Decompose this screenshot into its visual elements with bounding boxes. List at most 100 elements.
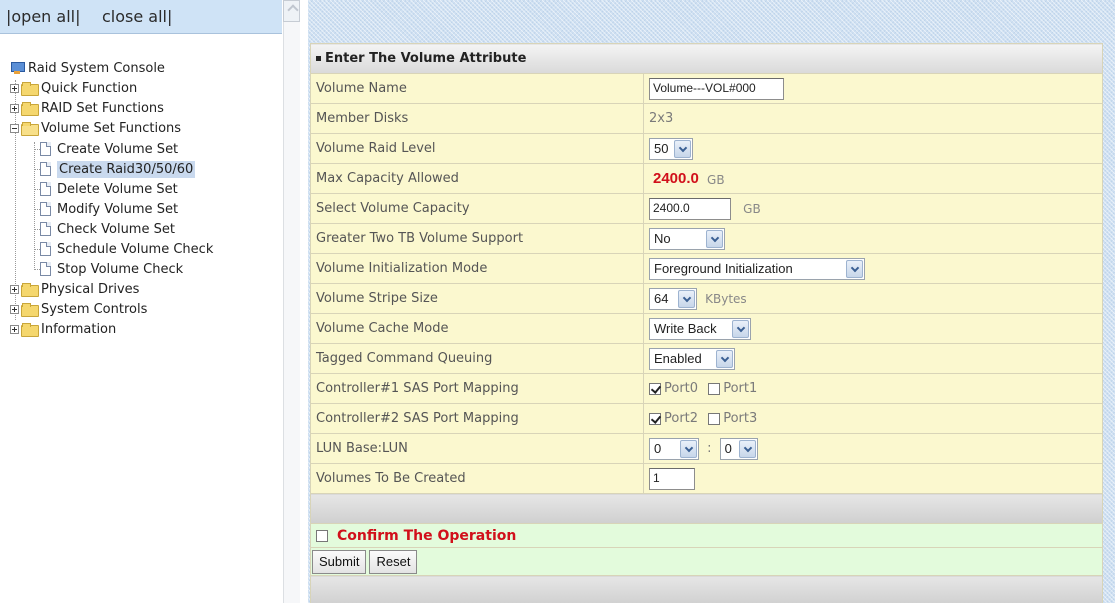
stripe-size-select[interactable]: 64 [649,287,697,310]
tree-item-label: Stop Volume Check [57,261,184,277]
volume-count-input[interactable]: 1 [649,467,695,490]
cache-mode-value: Write Back [654,321,717,336]
tree-item-quick-function[interactable]: Quick Function [10,78,137,98]
lun-select[interactable]: 0 [719,437,758,460]
page-icon [40,142,51,156]
lun-value: 0 [724,441,732,456]
expand-icon[interactable] [10,284,19,294]
row-raid-level: Volume Raid Level 50 [310,133,1103,164]
form-footer [310,575,1103,603]
stripe-size-value: 64 [654,291,669,306]
tree-item-label: Check Volume Set [57,221,175,237]
open-all-link[interactable]: |open all| [6,7,81,26]
row-stripe-size: Volume Stripe Size 64 KBytes [310,283,1103,314]
submit-button[interactable]: Submit [312,549,367,574]
tree-item-label: System Controls [41,301,148,317]
expand-icon[interactable] [10,324,19,334]
collapse-icon[interactable] [10,123,19,133]
stripe-size-unit: KBytes [705,291,747,306]
tree-item-modify-volume-set[interactable]: Modify Volume Set [40,199,178,219]
tree-item-label: Create Volume Set [57,141,179,157]
form-header: Enter The Volume Attribute [310,43,1103,74]
member-disks-label: Member Disks [310,103,644,134]
row-controller1-mapping: Controller#1 SAS Port Mapping Port0 Port… [310,373,1103,404]
port2-label: Port2 [664,411,699,426]
chevron-down-icon[interactable] [706,229,723,248]
chevron-down-icon[interactable] [678,289,695,308]
chevron-down-icon[interactable] [738,439,756,458]
tree-item-system-controls[interactable]: System Controls [10,299,147,319]
volume-name-label: Volume Name [310,73,644,104]
tree-item-raid-set-functions[interactable]: RAID Set Functions [10,98,164,118]
nav-scrollbar[interactable] [283,22,300,603]
tree-item-label: Information [41,321,117,337]
open-folder-icon [21,122,39,136]
select-capacity-unit: GB [743,201,761,216]
port1-checkbox[interactable] [708,382,721,395]
tcq-select[interactable]: Enabled [649,347,735,370]
row-init-mode: Volume Initialization Mode Foreground In… [310,253,1103,284]
chevron-down-icon[interactable] [674,139,691,158]
tree-item-stop-volume-check[interactable]: Stop Volume Check [40,259,183,279]
page-icon [40,202,51,216]
select-capacity-label: Select Volume Capacity [310,193,644,224]
form-title: Enter The Volume Attribute [325,51,527,66]
max-capacity-value: 2400.0 [653,170,699,187]
button-row: Submit Reset [310,547,1103,576]
chevron-down-icon[interactable] [732,319,749,338]
expand-icon[interactable] [10,304,19,314]
tree-root-label: Raid System Console [28,60,165,76]
tree-item-label: RAID Set Functions [41,100,164,116]
expand-icon[interactable] [10,83,19,93]
row-lun: LUN Base:LUN 0 : 0 [310,433,1103,464]
volume-name-input[interactable]: Volume---VOL#000 [649,77,784,100]
section-separator [310,493,1103,524]
expand-icon[interactable] [10,103,19,113]
tree-item-physical-drives[interactable]: Physical Drives [10,279,139,299]
select-capacity-input[interactable]: 2400.0 [649,197,731,220]
port1-label: Port1 [723,381,758,396]
row-two-tb-support: Greater Two TB Volume Support No [310,223,1103,254]
port0-label: Port0 [664,381,699,396]
folder-icon [21,102,39,116]
two-tb-support-select[interactable]: No [649,227,725,250]
tcq-label: Tagged Command Queuing [310,343,644,374]
cache-mode-select[interactable]: Write Back [649,317,751,340]
member-disks-value: 2x3 [643,103,1103,134]
chevron-down-icon[interactable] [680,439,697,458]
raid-level-value: 50 [654,141,669,156]
tree-item-information[interactable]: Information [10,319,116,339]
tree-item-schedule-volume-check[interactable]: Schedule Volume Check [40,239,213,259]
tree-item-label: Delete Volume Set [57,181,178,197]
port2-checkbox[interactable] [649,412,661,425]
chevron-down-icon[interactable] [716,349,733,368]
tree-item-create-volume-set[interactable]: Create Volume Set [40,139,178,159]
lun-label: LUN Base:LUN [310,433,644,464]
close-all-link[interactable]: close all| [102,7,172,26]
confirm-row: Confirm The Operation [310,523,1103,548]
volume-attribute-form: Enter The Volume Attribute Volume Name V… [310,43,1105,603]
lun-base-select[interactable]: 0 [649,437,699,460]
chevron-down-icon[interactable] [846,259,863,278]
tree-item-create-raid30-50-60[interactable]: Create Raid30/50/60 [40,159,196,179]
confirm-checkbox[interactable] [316,529,328,542]
raid-level-select[interactable]: 50 [649,137,693,160]
tree-item-delete-volume-set[interactable]: Delete Volume Set [40,179,178,199]
cache-mode-label: Volume Cache Mode [310,313,644,344]
tree-item-volume-set-functions[interactable]: Volume Set Functions [10,118,181,138]
port3-checkbox[interactable] [708,412,721,425]
tree-item-label-selected: Create Raid30/50/60 [57,160,196,178]
init-mode-select[interactable]: Foreground Initialization [649,257,865,280]
row-volume-name: Volume Name Volume---VOL#000 [310,73,1103,104]
confirm-label: Confirm The Operation [337,527,517,544]
page-icon [40,242,51,256]
lun-base-value: 0 [654,441,662,456]
port0-checkbox[interactable] [649,382,661,395]
tree-item-check-volume-set[interactable]: Check Volume Set [40,219,175,239]
stripe-size-label: Volume Stripe Size [310,283,644,314]
max-capacity-unit: GB [707,172,725,187]
scroll-up-button[interactable] [283,0,300,22]
reset-button[interactable]: Reset [369,549,418,574]
port3-label: Port3 [723,411,758,426]
tree-root[interactable]: Raid System Console [10,58,165,78]
